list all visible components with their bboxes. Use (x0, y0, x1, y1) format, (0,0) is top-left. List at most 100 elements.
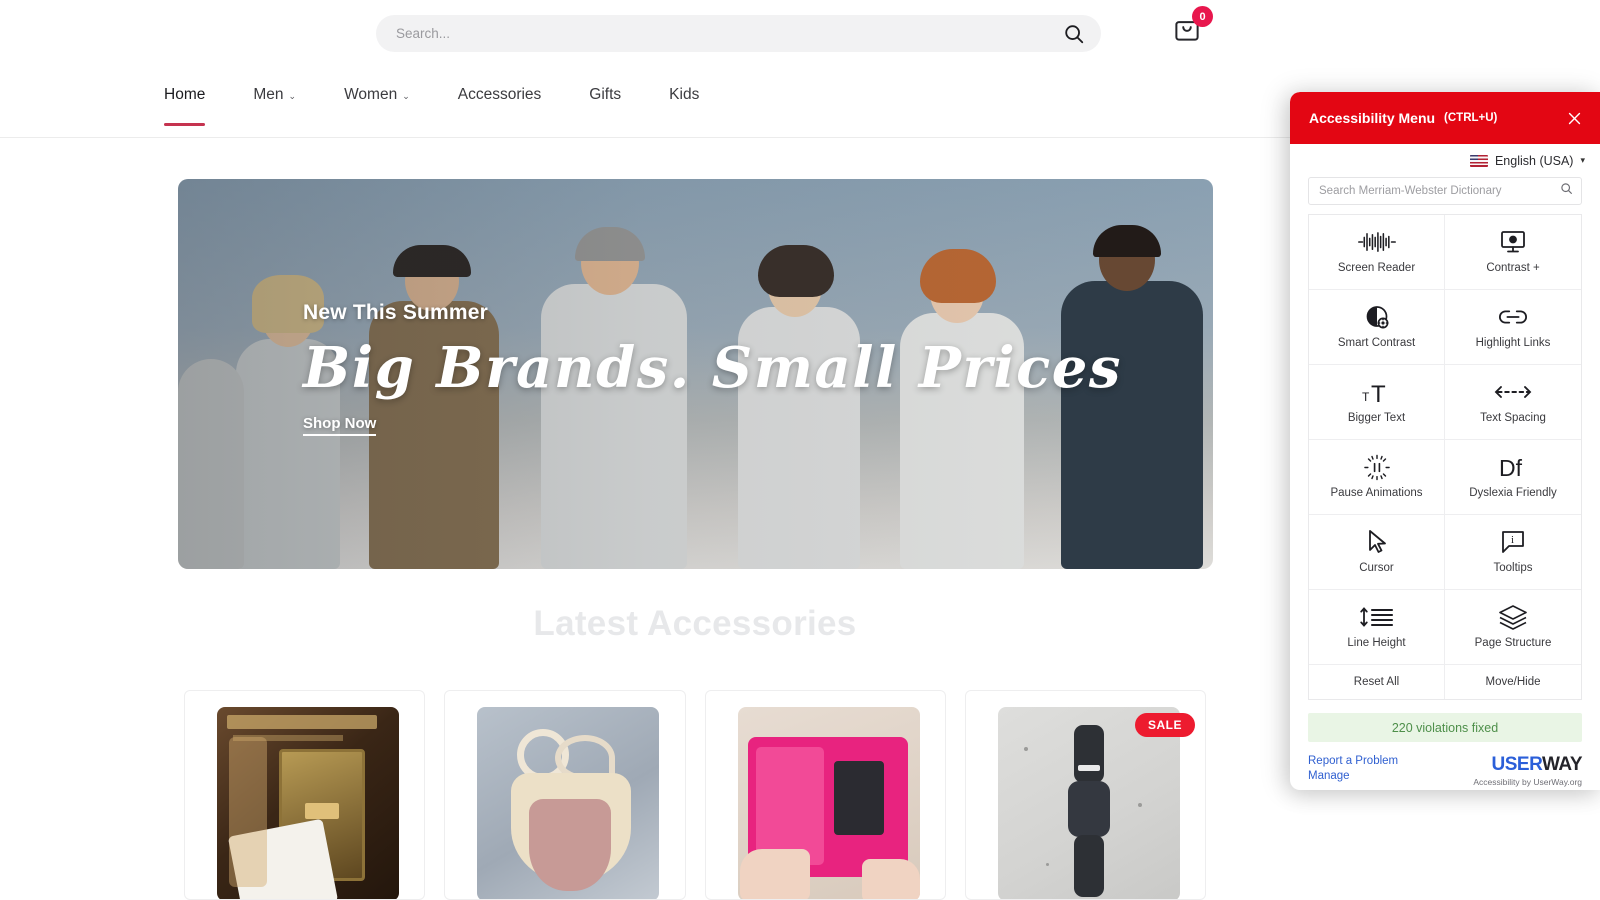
monitor-icon (1500, 229, 1526, 255)
svg-text:T: T (1362, 390, 1370, 404)
layers-icon (1498, 604, 1528, 630)
hero-kicker: New This Summer (303, 301, 489, 324)
cart-button[interactable]: 0 (1172, 6, 1213, 54)
nav-label: Men (253, 86, 284, 103)
pause-burst-icon (1363, 454, 1391, 480)
option-page-structure[interactable]: Page Structure (1445, 590, 1581, 665)
pink-wallet-product-image (737, 707, 920, 899)
userway-logo-part2: WAY (1541, 754, 1583, 775)
option-label: Bigger Text (1347, 412, 1406, 425)
language-selector[interactable]: English (USA) ▾ (1290, 144, 1600, 177)
product-card[interactable]: SALE (964, 690, 1206, 900)
svg-text:Df: Df (1499, 455, 1523, 480)
product-card[interactable] (184, 690, 426, 900)
nav-label: Kids (669, 86, 700, 103)
dictionary-search-input[interactable] (1319, 185, 1560, 197)
shop-now-link[interactable]: Shop Now (303, 415, 377, 436)
nav-label: Gifts (589, 86, 622, 103)
option-label: Page Structure (1474, 637, 1552, 650)
section-heading: Latest Accessories (533, 604, 857, 643)
nav-item-home[interactable]: Home (164, 82, 206, 126)
accessibility-menu-hotkey: (CTRL+U) (1444, 112, 1498, 124)
df-letters-icon: Df (1495, 454, 1531, 480)
nav-label: Women (344, 86, 398, 103)
arrows-spacing-icon (1494, 379, 1532, 405)
accessibility-menu-header: Accessibility Menu (CTRL+U) (1290, 92, 1600, 144)
option-label: Text Spacing (1480, 412, 1546, 425)
option-label: Pause Animations (1330, 487, 1423, 500)
move-hide-button[interactable]: Move/Hide (1445, 665, 1581, 699)
search-bar[interactable] (376, 15, 1101, 52)
option-dyslexia-friendly[interactable]: Df Dyslexia Friendly (1445, 440, 1581, 515)
option-label: Cursor (1359, 562, 1394, 575)
sale-badge: SALE (1134, 713, 1195, 737)
userway-brand: USERWAY Accessibility by UserWay.org (1473, 755, 1582, 787)
option-label: Contrast + (1486, 262, 1540, 275)
nav-label: Accessories (457, 86, 542, 103)
product-grid: SALE (184, 690, 1206, 900)
nav-label: Home (164, 86, 206, 103)
mesh-bag-product-image (477, 707, 660, 899)
close-icon[interactable] (1562, 106, 1586, 130)
accessibility-menu-title: Accessibility Menu (1309, 110, 1436, 126)
product-card[interactable] (704, 690, 946, 900)
language-label: English (USA) (1494, 153, 1574, 168)
action-label: Reset All (1353, 675, 1400, 688)
option-screen-reader[interactable]: Screen Reader (1309, 215, 1445, 290)
nav-item-gifts[interactable]: Gifts (589, 82, 621, 126)
accessibility-options-grid: Screen Reader Contrast + Smart Contrast … (1308, 214, 1582, 700)
userway-logo: USERWAY (1473, 754, 1583, 775)
text-size-icon: T T (1360, 379, 1394, 405)
accessibility-menu-panel: Accessibility Menu (CTRL+U) English (USA… (1290, 92, 1600, 790)
chevron-down-icon: ▾ (1580, 155, 1585, 165)
option-contrast-plus[interactable]: Contrast + (1445, 215, 1581, 290)
product-card[interactable] (444, 690, 686, 900)
top-bar: 0 (0, 0, 1600, 68)
reset-all-button[interactable]: Reset All (1309, 665, 1445, 699)
footer-links: Report a Problem Manage (1308, 755, 1398, 782)
option-smart-contrast[interactable]: Smart Contrast (1309, 290, 1445, 365)
search-icon[interactable] (1560, 182, 1573, 200)
option-label: Tooltips (1493, 562, 1533, 575)
nav-item-women[interactable]: Women ⌄ (344, 82, 410, 126)
link-icon (1498, 304, 1528, 330)
hero-banner[interactable]: New This Summer Big Brands. Small Prices… (178, 179, 1213, 569)
chevron-down-icon: ⌄ (288, 90, 297, 101)
svg-text:i: i (1511, 534, 1514, 546)
option-bigger-text[interactable]: T T Bigger Text (1309, 365, 1445, 440)
option-tooltips[interactable]: i Tooltips (1445, 515, 1581, 590)
nav-item-accessories[interactable]: Accessories (458, 82, 542, 126)
option-highlight-links[interactable]: Highlight Links (1445, 290, 1581, 365)
action-label: Move/Hide (1485, 675, 1541, 688)
userway-logo-part1: USER (1491, 754, 1543, 775)
option-text-spacing[interactable]: Text Spacing (1445, 365, 1581, 440)
cursor-arrow-icon (1365, 529, 1389, 555)
option-label: Screen Reader (1337, 262, 1416, 275)
option-line-height[interactable]: Line Height (1309, 590, 1445, 665)
option-label: Highlight Links (1475, 337, 1551, 350)
cart-count-badge: 0 (1192, 6, 1213, 27)
line-height-icon (1359, 604, 1395, 630)
search-icon[interactable] (1063, 23, 1085, 45)
chevron-down-icon: ⌄ (402, 90, 410, 101)
search-input[interactable] (376, 26, 1016, 41)
page-root: 0 Home Men ⌄ Women ⌄ Accessories Gifts K… (0, 0, 1600, 900)
svg-text:T: T (1371, 381, 1386, 405)
nav-item-kids[interactable]: Kids (669, 82, 699, 126)
waveform-icon (1357, 229, 1397, 255)
userway-tagline: Accessibility by UserWay.org (1473, 777, 1582, 787)
option-label: Dyslexia Friendly (1469, 487, 1557, 500)
report-a-problem-link[interactable]: Report a Problem (1308, 755, 1398, 767)
contrast-gear-icon (1364, 304, 1390, 330)
tooltip-info-icon: i (1500, 529, 1526, 555)
manage-link[interactable]: Manage (1308, 770, 1398, 782)
violations-status-badge: 220 violations fixed (1308, 713, 1582, 742)
dictionary-search-bar[interactable] (1308, 177, 1582, 205)
playing-cards-product-image (217, 707, 399, 899)
accessibility-footer: Report a Problem Manage USERWAY Accessib… (1308, 755, 1583, 787)
option-label: Smart Contrast (1337, 337, 1416, 350)
option-cursor[interactable]: Cursor (1309, 515, 1445, 590)
nav-item-men[interactable]: Men ⌄ (253, 82, 296, 126)
hero-copy: New This Summer Big Brands. Small Prices… (303, 301, 1122, 436)
option-pause-animations[interactable]: Pause Animations (1309, 440, 1445, 515)
